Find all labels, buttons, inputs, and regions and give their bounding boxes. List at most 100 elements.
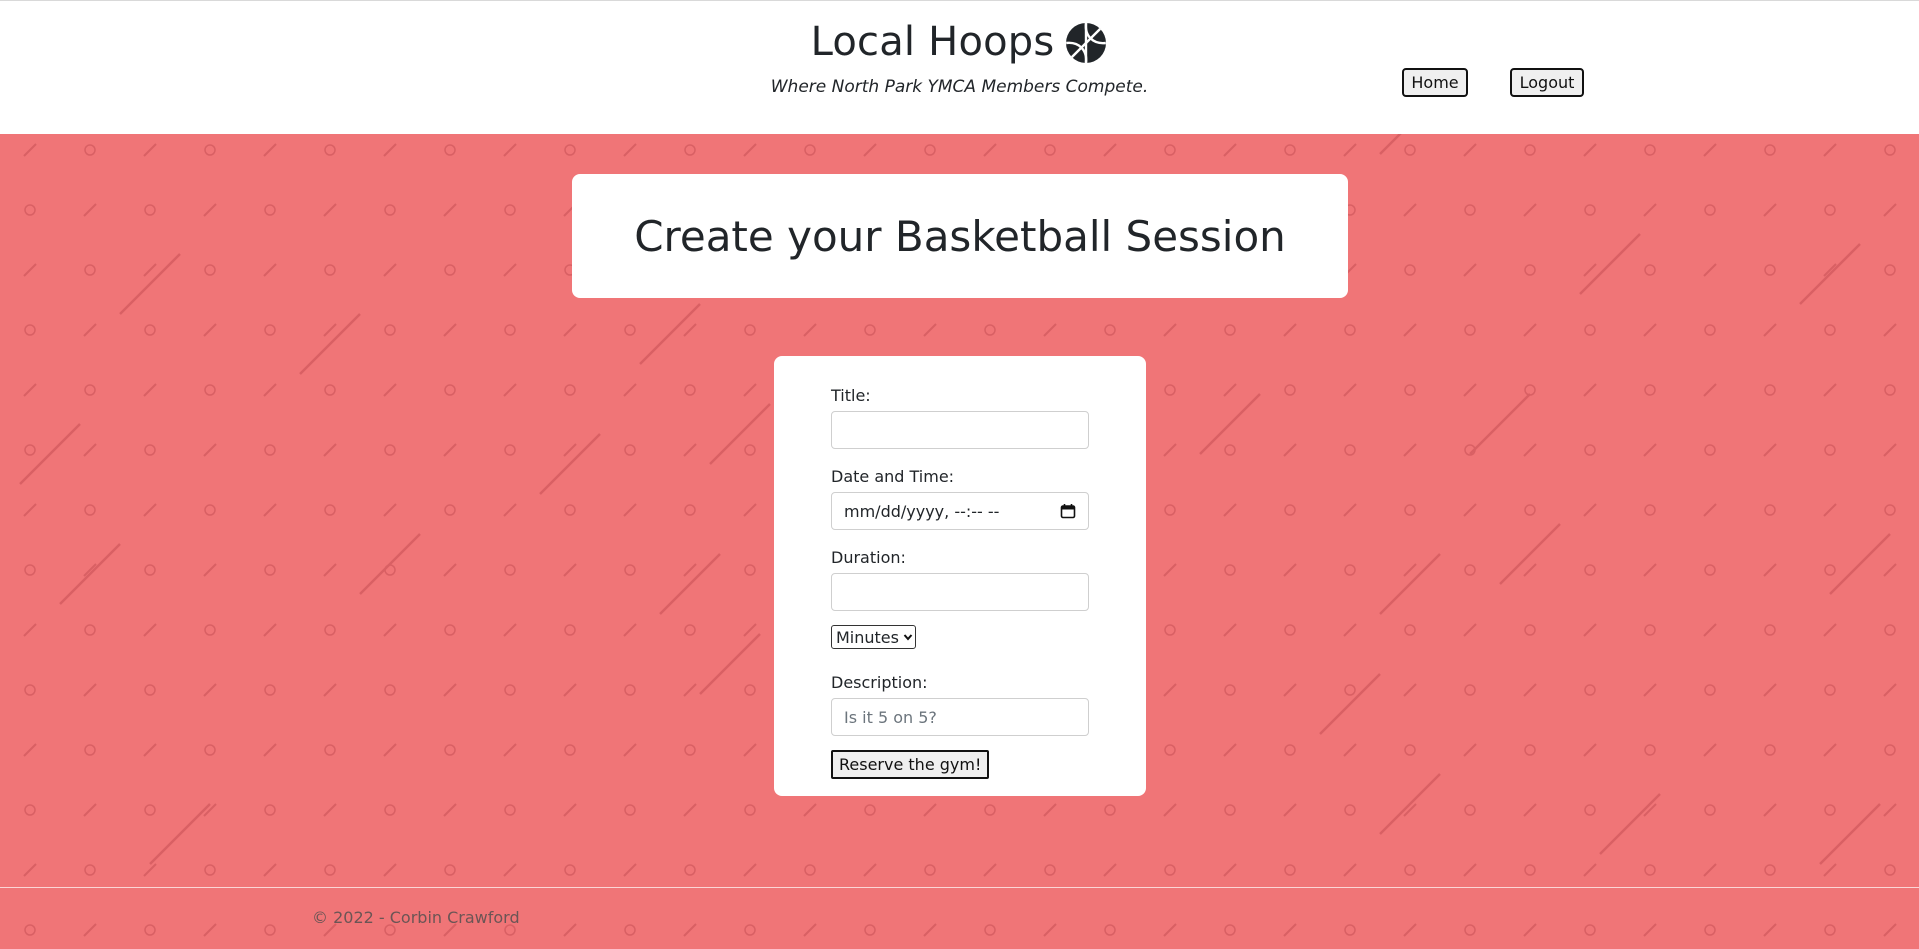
pattern-circle — [84, 744, 96, 756]
pattern-circle — [1524, 504, 1536, 516]
pattern-circle — [1344, 684, 1356, 696]
pattern-circle — [1584, 684, 1596, 696]
pattern-circle — [984, 324, 996, 336]
datetime-group: Date and Time: mm/dd/yyyy, --:-- -- — [831, 467, 1146, 530]
pattern-stroke — [1883, 923, 1897, 937]
logout-button[interactable]: Logout — [1510, 68, 1584, 97]
pattern-stroke — [1463, 383, 1477, 397]
duration-label: Duration: — [831, 548, 906, 567]
pattern-circle — [1884, 504, 1896, 516]
datetime-input[interactable]: mm/dd/yyyy, --:-- -- — [831, 492, 1089, 530]
pattern-circle — [204, 504, 216, 516]
pattern-circle — [1884, 744, 1896, 756]
pattern-stroke — [1163, 923, 1177, 937]
pattern-circle — [1524, 624, 1536, 636]
pattern-stroke — [803, 323, 817, 337]
pattern-circle — [684, 144, 696, 156]
pattern-circle — [1284, 504, 1296, 516]
pattern-stroke — [263, 743, 277, 757]
pattern-circle — [1524, 264, 1536, 276]
pattern-stroke — [1043, 923, 1057, 937]
duration-input[interactable] — [831, 573, 1089, 611]
pattern-stroke — [23, 383, 37, 397]
pattern-stroke — [383, 503, 397, 517]
pattern-stroke — [1523, 443, 1537, 457]
pattern-stroke — [323, 683, 337, 697]
pattern-stroke — [1823, 623, 1837, 637]
reserve-button[interactable]: Reserve the gym! — [831, 750, 990, 779]
pattern-stroke — [1763, 203, 1777, 217]
pattern-circle — [324, 144, 336, 156]
pattern-circle — [144, 564, 156, 576]
pattern-circle — [444, 144, 456, 156]
calendar-icon[interactable] — [1060, 503, 1076, 519]
pattern-circle — [1164, 864, 1176, 876]
pattern-long-stroke — [1499, 523, 1561, 585]
pattern-long-stroke — [1379, 773, 1441, 835]
pattern-stroke — [1343, 743, 1357, 757]
pattern-stroke — [1703, 623, 1717, 637]
pattern-stroke — [743, 383, 757, 397]
pattern-circle — [504, 204, 516, 216]
pattern-circle — [204, 384, 216, 396]
pattern-stroke — [1763, 803, 1777, 817]
pattern-stroke — [503, 143, 517, 157]
pattern-stroke — [1583, 263, 1597, 277]
pattern-circle — [1164, 504, 1176, 516]
pattern-circle — [1404, 504, 1416, 516]
pattern-circle — [1104, 804, 1116, 816]
pattern-circle — [624, 924, 636, 936]
pattern-circle — [1644, 264, 1656, 276]
pattern-circle — [84, 864, 96, 876]
description-input[interactable] — [831, 698, 1089, 736]
footer-copyright: © 2022 - Corbin Crawford — [312, 908, 520, 927]
pattern-stroke — [1043, 803, 1057, 817]
pattern-circle — [24, 204, 36, 216]
pattern-stroke — [1703, 503, 1717, 517]
pattern-circle — [984, 924, 996, 936]
pattern-stroke — [1403, 803, 1417, 817]
pattern-stroke — [1583, 863, 1597, 877]
pattern-circle — [144, 204, 156, 216]
pattern-circle — [504, 804, 516, 816]
description-group: Description: — [831, 673, 1146, 736]
pattern-stroke — [1523, 803, 1537, 817]
pattern-circle — [204, 864, 216, 876]
pattern-stroke — [383, 263, 397, 277]
pattern-circle — [264, 684, 276, 696]
page-title: Create your Basketball Session — [634, 211, 1286, 261]
pattern-long-stroke — [149, 803, 211, 865]
pattern-circle — [504, 444, 516, 456]
home-button[interactable]: Home — [1402, 68, 1468, 97]
pattern-circle — [444, 264, 456, 276]
pattern-stroke — [263, 143, 277, 157]
pattern-long-stroke — [359, 533, 421, 595]
pattern-stroke — [503, 863, 517, 877]
duration-unit-select[interactable]: Minutes — [831, 625, 916, 649]
pattern-long-stroke — [1799, 243, 1861, 305]
pattern-stroke — [1883, 563, 1897, 577]
pattern-circle — [1044, 864, 1056, 876]
pattern-circle — [1704, 204, 1716, 216]
pattern-stroke — [1223, 143, 1237, 157]
title-input[interactable] — [831, 411, 1089, 449]
pattern-stroke — [443, 203, 457, 217]
pattern-circle — [1884, 144, 1896, 156]
pattern-stroke — [1703, 383, 1717, 397]
pattern-circle — [444, 864, 456, 876]
site-title: Local Hoops — [810, 19, 1055, 65]
pattern-stroke — [143, 143, 157, 157]
pattern-circle — [1344, 564, 1356, 576]
pattern-stroke — [1343, 383, 1357, 397]
pattern-stroke — [743, 503, 757, 517]
pattern-stroke — [503, 263, 517, 277]
pattern-stroke — [683, 563, 697, 577]
pattern-circle — [204, 624, 216, 636]
pattern-stroke — [263, 863, 277, 877]
pattern-stroke — [323, 563, 337, 577]
pattern-circle — [84, 624, 96, 636]
pattern-circle — [1644, 144, 1656, 156]
pattern-circle — [384, 444, 396, 456]
pattern-stroke — [143, 623, 157, 637]
pattern-circle — [1764, 744, 1776, 756]
